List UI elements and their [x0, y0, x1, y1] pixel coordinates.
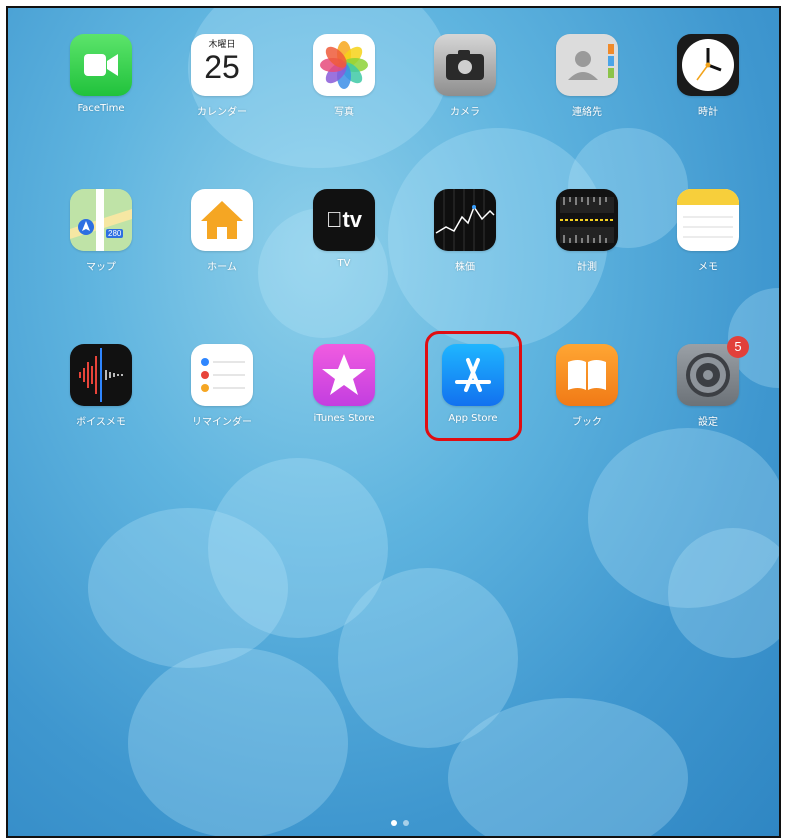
app-notes[interactable]: メモ	[653, 189, 763, 273]
voice-memo-waveform-icon	[70, 344, 132, 406]
itunes-star-icon	[313, 344, 375, 406]
app-itunes-store[interactable]: iTunes Store	[289, 344, 399, 424]
app-label: カレンダー	[197, 107, 247, 118]
apple-logo-icon: 	[326, 207, 343, 232]
app-label: ホーム	[207, 262, 237, 273]
app-store-highlight-box	[425, 331, 522, 441]
app-voice-memos[interactable]: ボイスメモ	[46, 344, 156, 428]
notes-icon	[677, 189, 739, 251]
reminders-list-icon	[191, 344, 253, 406]
app-clock[interactable]: 時計	[653, 34, 763, 118]
app-home[interactable]: ホーム	[167, 189, 277, 273]
app-label: 株価	[455, 262, 475, 273]
app-maps[interactable]: 280 マップ	[46, 189, 156, 273]
app-label: TV	[337, 258, 351, 269]
app-label: 連絡先	[572, 107, 602, 118]
home-house-icon	[191, 189, 253, 251]
app-camera[interactable]: カメラ	[410, 34, 520, 118]
maps-icon: 280	[70, 189, 132, 251]
route-sign: 280	[106, 229, 124, 238]
app-label: ブック	[572, 417, 602, 428]
app-books[interactable]: ブック	[532, 344, 642, 428]
camera-icon	[434, 34, 496, 96]
books-icon	[556, 344, 618, 406]
app-contacts[interactable]: 連絡先	[532, 34, 642, 118]
app-label: リマインダー	[192, 417, 252, 428]
page-dot-2[interactable]	[403, 820, 409, 826]
home-screen: FaceTime 木曜日 25 カレンダー 写真 カメラ 連絡先 時計 280 …	[6, 6, 781, 838]
calendar-icon: 木曜日 25	[191, 34, 253, 96]
app-facetime[interactable]: FaceTime	[46, 34, 156, 114]
facetime-video-icon	[70, 34, 132, 96]
app-reminders[interactable]: リマインダー	[167, 344, 277, 428]
app-label: ボイスメモ	[76, 417, 126, 428]
app-label: 写真	[334, 107, 354, 118]
calendar-day: 25	[204, 49, 240, 85]
app-label: FaceTime	[77, 103, 125, 114]
app-tv[interactable]: tv TV	[289, 189, 399, 269]
app-calendar[interactable]: 木曜日 25 カレンダー	[167, 34, 277, 118]
clock-icon	[677, 34, 739, 96]
app-label: 設定	[698, 417, 718, 428]
wallpaper-bokeh	[128, 648, 348, 836]
notification-badge: 5	[727, 336, 749, 358]
app-settings[interactable]: 5 設定	[653, 336, 763, 428]
contacts-icon	[556, 34, 618, 96]
photos-flower-icon	[313, 34, 375, 96]
app-label: 計測	[577, 262, 597, 273]
stocks-chart-icon	[434, 189, 496, 251]
app-label: iTunes Store	[313, 413, 375, 424]
wallpaper-bokeh	[668, 528, 779, 658]
app-stocks[interactable]: 株価	[410, 189, 520, 273]
app-label: カメラ	[450, 107, 480, 118]
apple-tv-icon: tv	[313, 189, 375, 251]
page-dot-1[interactable]	[391, 820, 397, 826]
app-label: マップ	[86, 262, 116, 273]
app-label: メモ	[698, 262, 718, 273]
tv-glyph: tv	[334, 207, 362, 232]
page-indicator[interactable]	[391, 811, 415, 830]
app-measure[interactable]: 計測	[532, 189, 642, 273]
app-photos[interactable]: 写真	[289, 34, 399, 118]
measure-ruler-icon	[556, 189, 618, 251]
app-label: 時計	[698, 107, 718, 118]
